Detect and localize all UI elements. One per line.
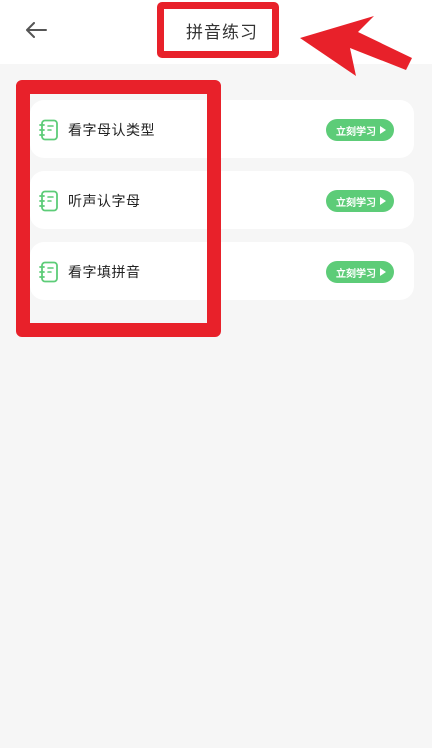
annotation-box-list (16, 80, 221, 337)
annotation-arrow-icon (300, 16, 412, 76)
back-button[interactable] (22, 16, 50, 44)
arrow-left-icon (26, 22, 47, 38)
play-icon (380, 268, 386, 276)
study-now-button[interactable]: 立刻学习 (326, 119, 394, 141)
study-now-button[interactable]: 立刻学习 (326, 190, 394, 212)
screen: 拼音练习 看字母认类型 立刻学习 听声认字母 立刻学习 看字填拼音 立刻学习 (0, 0, 432, 748)
study-now-label: 立刻学习 (336, 197, 376, 209)
play-icon (380, 126, 386, 134)
study-now-button[interactable]: 立刻学习 (326, 261, 394, 283)
study-now-label: 立刻学习 (336, 268, 376, 280)
play-icon (380, 197, 386, 205)
annotation-box-title (157, 2, 279, 58)
study-now-label: 立刻学习 (336, 126, 376, 138)
